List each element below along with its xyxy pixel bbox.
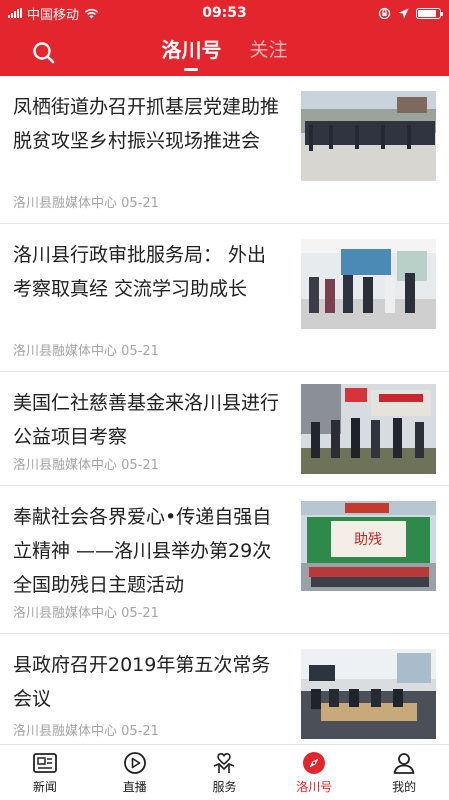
status-bar: 中国移动 09:53 [0, 0, 449, 26]
top-header: 洛川号 关注 [0, 26, 449, 76]
news-item[interactable]: 凤栖街道办召开抓基层党建助推脱贫攻坚乡村振兴现场推进会 洛川县融媒体中心 05-… [0, 76, 449, 224]
meeting-room-photo [301, 649, 436, 739]
tabbar-label: 新闻 [32, 780, 57, 794]
indoor-visit-photo [301, 239, 436, 329]
tabbar-label: 直播 [122, 780, 147, 794]
tabbar-item-luochuan-hao[interactable]: 洛川号 [269, 745, 359, 800]
live-play-icon [123, 752, 146, 774]
tabbar-label: 服务 [212, 780, 237, 794]
tab-follow[interactable]: 关注 [249, 35, 287, 68]
news-date: 05-21 [121, 724, 159, 739]
signal-strength-icon [8, 8, 22, 18]
news-feed: 凤栖街道办召开抓基层党建助推脱贫攻坚乡村振兴现场推进会 洛川县融媒体中心 05-… [0, 76, 449, 744]
tabbar-label: 我的 [392, 780, 417, 794]
tab-luochuan-hao[interactable]: 洛川号 [161, 34, 221, 71]
news-item[interactable]: 奉献社会各界爱心•传递自强自立精神 ——洛川县举办第29次全国助残日主题活动 洛… [0, 486, 449, 634]
news-date: 05-21 [121, 458, 159, 473]
tabbar-label: 洛川号 [296, 780, 333, 794]
orientation-lock-icon [378, 7, 391, 19]
news-title[interactable]: 县政府召开2019年第五次常务会议 [13, 648, 285, 716]
news-title[interactable]: 洛川县行政审批服务局： 外出考察取真经 交流学习助成长 [13, 238, 285, 306]
news-source: 洛川县融媒体中心 [13, 724, 118, 739]
header-tabs: 洛川号 关注 [0, 26, 449, 76]
news-source: 洛川县融媒体中心 [13, 606, 118, 621]
svg-text:助残: 助残 [354, 532, 382, 548]
battery-icon [416, 7, 443, 19]
news-date: 05-21 [121, 344, 159, 359]
wifi-icon [84, 8, 99, 18]
carrier-name: 中国移动 [27, 7, 80, 23]
tabbar-item-mine[interactable]: 我的 [359, 745, 449, 800]
charity-inspection-photo [301, 384, 436, 474]
news-thumbnail[interactable]: 助残 [301, 501, 436, 591]
news-meta: 洛川县融媒体中心 05-21 [13, 340, 159, 359]
bottom-tab-bar: 新闻 直播 服务 洛川号 我的 [0, 744, 449, 800]
news-meta: 洛川县融媒体中心 05-21 [13, 720, 159, 739]
news-title[interactable]: 美国仁社慈善基金来洛川县进行公益项目考察 [13, 386, 285, 454]
news-thumbnail[interactable] [301, 649, 436, 739]
news-source: 洛川县融媒体中心 [13, 196, 118, 211]
news-meta: 洛川县融媒体中心 05-21 [13, 602, 159, 621]
tabbar-item-news[interactable]: 新闻 [0, 745, 90, 800]
news-date: 05-21 [121, 606, 159, 621]
news-title[interactable]: 奉献社会各界爱心•传递自强自立精神 ——洛川县举办第29次全国助残日主题活动 [13, 500, 285, 602]
news-date: 05-21 [121, 196, 159, 211]
news-thumbnail[interactable] [301, 239, 436, 329]
news-item[interactable]: 县政府召开2019年第五次常务会议 洛川县融媒体中心 05-21 [0, 634, 449, 744]
news-thumbnail[interactable] [301, 91, 436, 181]
news-meta: 洛川县融媒体中心 05-21 [13, 192, 159, 211]
service-heart-icon [214, 752, 235, 773]
tabbar-item-service[interactable]: 服务 [180, 745, 270, 800]
news-title[interactable]: 凤栖街道办召开抓基层党建助推脱贫攻坚乡村振兴现场推进会 [13, 90, 285, 158]
news-meta: 洛川县融媒体中心 05-21 [13, 454, 159, 473]
compass-icon [303, 752, 326, 774]
location-arrow-icon [398, 8, 409, 18]
outdoor-group-photo [301, 91, 436, 181]
news-item[interactable]: 洛川县行政审批服务局： 外出考察取真经 交流学习助成长 洛川县融媒体中心 05-… [0, 224, 449, 372]
news-thumbnail[interactable] [301, 384, 436, 474]
disability-day-event-photo: 助残 [301, 501, 436, 591]
news-icon [32, 753, 57, 773]
tabbar-item-live[interactable]: 直播 [90, 745, 180, 800]
news-item[interactable]: 美国仁社慈善基金来洛川县进行公益项目考察 洛川县融媒体中心 05-21 [0, 372, 449, 486]
news-source: 洛川县融媒体中心 [13, 344, 118, 359]
news-source: 洛川县融媒体中心 [13, 458, 118, 473]
profile-icon [393, 753, 415, 774]
